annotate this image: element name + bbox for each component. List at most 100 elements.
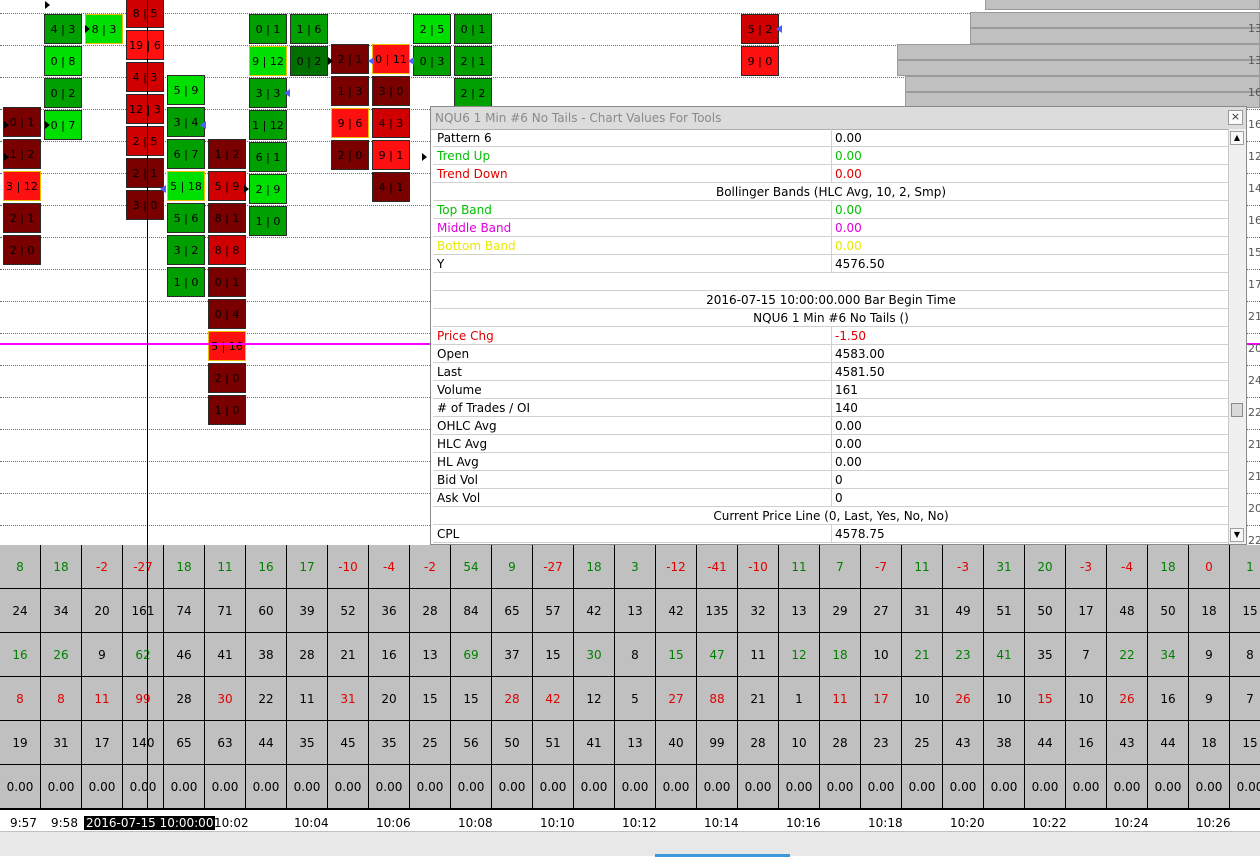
ask-marker-icon (160, 185, 166, 193)
close-button[interactable]: × (1228, 110, 1243, 125)
table-cell: 43 (943, 721, 984, 765)
row-value: 0.00 (835, 437, 862, 451)
row-label: Trend Down (437, 167, 508, 181)
row-divider (831, 237, 832, 254)
table-cell: 12 (574, 677, 615, 721)
table-cell: 0.00 (41, 765, 82, 809)
chart-values-title: NQU6 1 Min #6 No Tails - Chart Values Fo… (435, 111, 722, 125)
chart-values-row: CPL 4578.75 (433, 525, 1229, 543)
table-cell: 28 (492, 677, 533, 721)
table-cell: 20 (1025, 545, 1066, 589)
price-axis-label: 16 (1248, 214, 1260, 227)
footprint-cell: 5 | 9 (208, 171, 246, 201)
footprint-cell: 6 | 7 (167, 139, 205, 169)
chart-values-row: Price Chg -1.50 (433, 327, 1229, 345)
table-cell: 42 (656, 589, 697, 633)
footprint-cell: 2 | 1 (3, 203, 41, 233)
footprint-cell: 4 | 1 (372, 172, 410, 202)
volume-profile-bar (970, 28, 1260, 44)
footprint-cell: 0 | 1 (454, 14, 492, 44)
price-axis-label: 21 (1248, 438, 1260, 451)
time-axis-label: 10:06 (376, 816, 411, 830)
chart-values-scrollbar[interactable]: ▲ ▼ (1228, 129, 1246, 544)
table-cell: 42 (533, 677, 574, 721)
footprint-cell: 2 | 2 (454, 78, 492, 108)
bid-marker-icon (45, 1, 50, 9)
table-cell: 17 (82, 721, 123, 765)
table-cell: 23 (861, 721, 902, 765)
row-label: Top Band (437, 203, 492, 217)
table-cell: 0.00 (1189, 765, 1230, 809)
table-cell: 17 (861, 677, 902, 721)
time-axis-label: 10:26 (1196, 816, 1231, 830)
footprint-cell: 3 | 2 (167, 235, 205, 265)
table-cell: -27 (123, 545, 164, 589)
footprint-cell: 4 | 3 (372, 108, 410, 138)
table-cell: 54 (451, 545, 492, 589)
table-cell: 22 (246, 677, 287, 721)
table-cell: 11 (287, 677, 328, 721)
table-cell: 15 (451, 677, 492, 721)
horizontal-scrollbar[interactable] (0, 831, 1260, 857)
time-axis-label: 10:10 (540, 816, 575, 830)
table-cell: 21 (738, 677, 779, 721)
footprint-cell: 0 | 2 (290, 46, 328, 76)
chart-values-section-header: NQU6 1 Min #6 No Tails () (433, 309, 1229, 327)
table-cell: 0.00 (1025, 765, 1066, 809)
table-cell: 13 (410, 633, 451, 677)
table-cell: 29 (820, 589, 861, 633)
scroll-down-button[interactable]: ▼ (1230, 528, 1244, 542)
row-label: Ask Vol (437, 491, 481, 505)
row-value: 161 (835, 383, 858, 397)
footprint-cell: 4 | 3 (126, 62, 164, 92)
table-cell: -4 (1107, 545, 1148, 589)
footprint-chart[interactable]: 0 | 11 | 23 | 12 2 | 12 | 04 | 30 | 80 | … (0, 0, 1260, 545)
row-label: HLC Avg (437, 437, 488, 451)
table-cell: -12 (656, 545, 697, 589)
time-axis-label: 10:16 (786, 816, 821, 830)
table-cell: 37 (492, 633, 533, 677)
footprint-cell: 6 | 1 (249, 142, 287, 172)
row-divider (831, 219, 832, 236)
volume-profile-bar (905, 76, 1260, 92)
chart-values-section-header: 2016-07-15 10:00:00.000 Bar Begin Time (433, 291, 1229, 309)
footprint-cell: 1 | 0 (249, 206, 287, 236)
scroll-thumb[interactable] (1231, 403, 1243, 417)
section-header-text: NQU6 1 Min #6 No Tails () (753, 311, 909, 325)
chart-values-row: Open 4583.00 (433, 345, 1229, 363)
row-value: 0.00 (835, 149, 862, 163)
table-cell: 25 (902, 721, 943, 765)
ask-marker-icon (776, 25, 782, 33)
table-cell: 28 (410, 589, 451, 633)
table-cell: 51 (533, 721, 574, 765)
chart-values-row: Ask Vol 0 (433, 489, 1229, 507)
row-divider (831, 453, 832, 470)
row-label: Bid Vol (437, 473, 478, 487)
footprint-cell: 1 | 12 (249, 110, 287, 140)
row-value: 0.00 (835, 131, 862, 145)
chart-values-window[interactable]: NQU6 1 Min #6 No Tails - Chart Values Fo… (430, 106, 1247, 545)
table-cell: 41 (984, 633, 1025, 677)
chart-values-row: Trend Up 0.00 (433, 147, 1229, 165)
table-cell: 17 (287, 545, 328, 589)
table-cell: 3 (615, 545, 656, 589)
table-cell: 56 (451, 721, 492, 765)
footprint-cell: 9 | 0 (741, 46, 779, 76)
footprint-cell: 2 | 0 (331, 140, 369, 170)
row-value: 4583.00 (835, 347, 885, 361)
row-label: Trend Up (437, 149, 491, 163)
table-cell: 35 (1025, 633, 1066, 677)
table-cell: 60 (246, 589, 287, 633)
row-value: 0.00 (835, 221, 862, 235)
table-cell: 9 (492, 545, 533, 589)
row-divider (831, 165, 832, 182)
price-axis-label: 24 (1248, 374, 1260, 387)
table-cell: 0.00 (943, 765, 984, 809)
scroll-up-button[interactable]: ▲ (1230, 131, 1244, 145)
table-cell: 20 (369, 677, 410, 721)
table-cell: 1 (779, 677, 820, 721)
table-cell: 0.00 (287, 765, 328, 809)
chart-values-titlebar[interactable]: NQU6 1 Min #6 No Tails - Chart Values Fo… (431, 107, 1246, 130)
row-label: OHLC Avg (437, 419, 497, 433)
table-cell: 25 (410, 721, 451, 765)
